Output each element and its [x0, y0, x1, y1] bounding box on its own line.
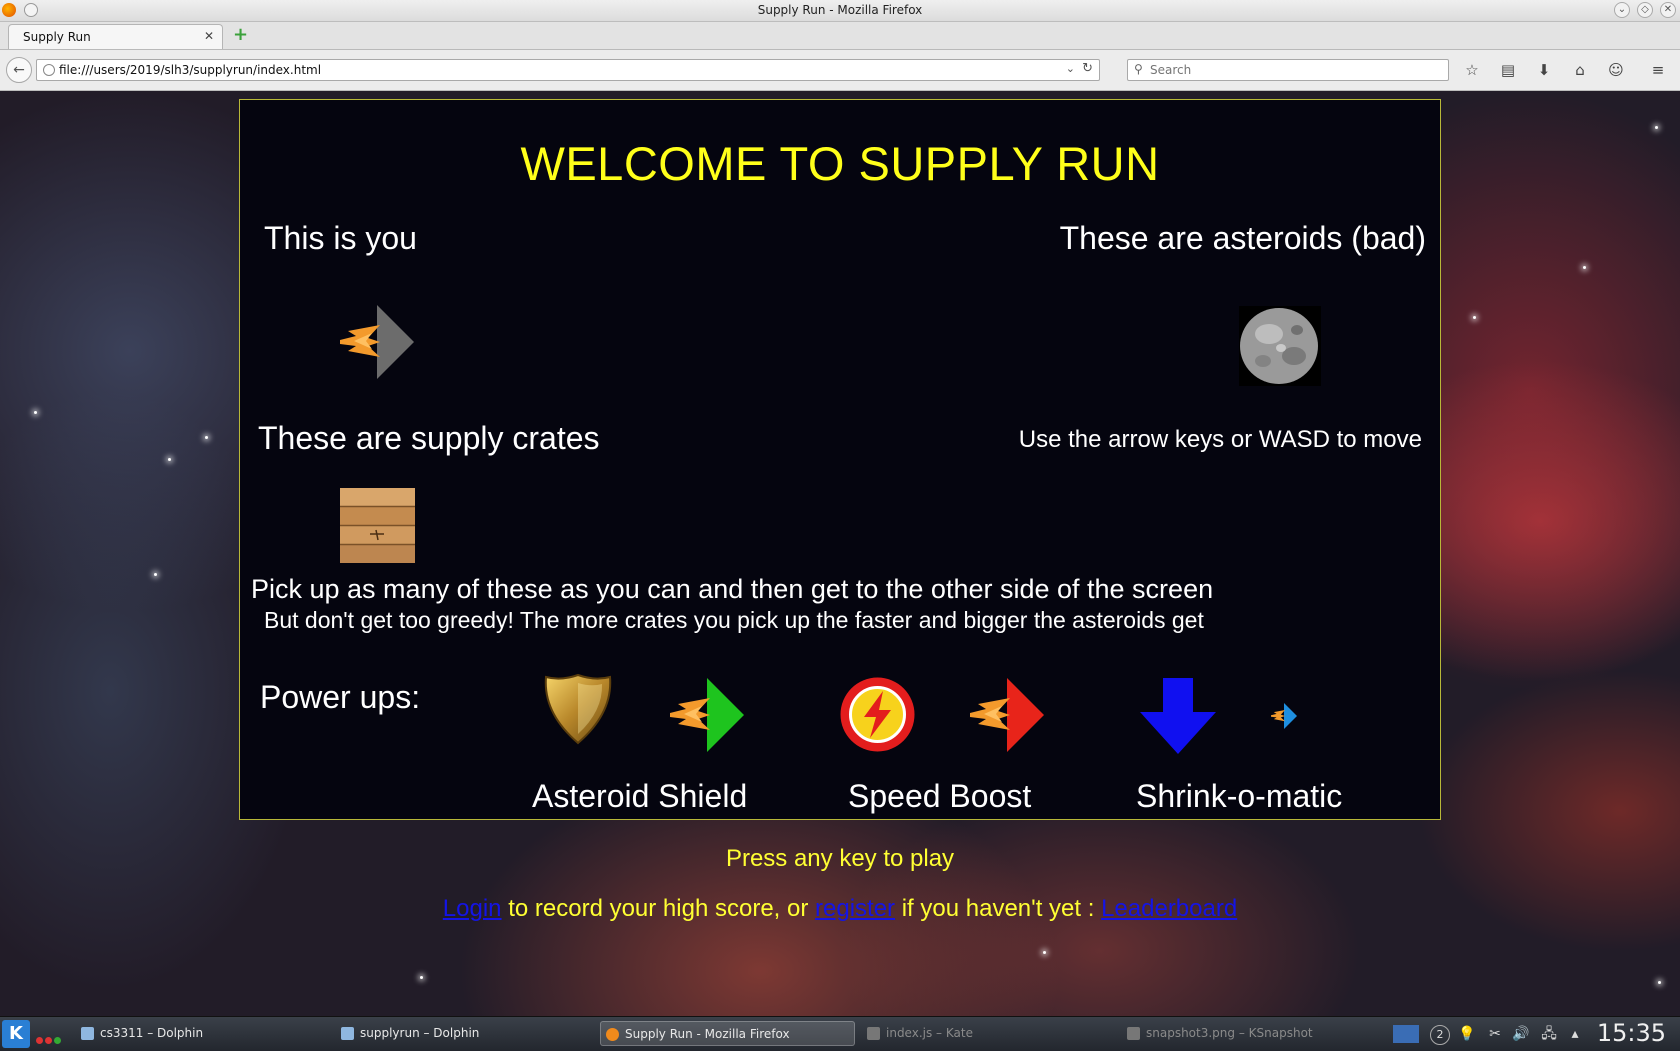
shield-icon	[544, 673, 612, 745]
network-icon[interactable]: 🖧	[1540, 1025, 1558, 1043]
menu-icon[interactable]: ≡	[1648, 61, 1668, 79]
clock[interactable]: 15:35	[1597, 1019, 1666, 1047]
down-arrow-icon	[1140, 678, 1216, 754]
notification-count-badge[interactable]: 2	[1430, 1025, 1450, 1045]
volume-icon[interactable]: 🔊	[1512, 1025, 1530, 1043]
tab-supply-run[interactable]: Supply Run ✕	[8, 24, 223, 49]
task-label: cs3311 – Dolphin	[100, 1026, 204, 1040]
star	[1043, 951, 1046, 954]
star	[1658, 981, 1661, 984]
new-tab-button[interactable]: +	[233, 25, 248, 45]
asteroid-icon	[1239, 306, 1321, 386]
close-window-button[interactable]: ✕	[1660, 2, 1676, 18]
tab-label: Supply Run	[23, 30, 91, 44]
supply-crate-icon	[340, 488, 415, 563]
folder-icon	[81, 1027, 94, 1040]
bookmark-star-icon[interactable]: ☆	[1462, 61, 1482, 79]
player-ship-icon	[340, 305, 414, 379]
search-bar[interactable]: ⚲	[1127, 59, 1449, 81]
instructions-panel: WELCOME TO SUPPLY RUN This is you These …	[239, 99, 1441, 820]
download-icon[interactable]: ⬇	[1534, 61, 1554, 79]
tab-close-icon[interactable]: ✕	[204, 29, 214, 43]
taskbar: K cs3311 – Dolphin supplyrun – Dolphin S…	[0, 1016, 1680, 1051]
asteroid-label: These are asteroids (bad)	[1059, 220, 1426, 256]
chevron-down-icon[interactable]: ⌄	[1066, 62, 1075, 75]
globe-icon	[43, 64, 55, 76]
task-label: index.js – Kate	[886, 1026, 973, 1040]
login-prompt: Login to record your high score, or regi…	[0, 895, 1680, 923]
camera-icon	[1127, 1027, 1140, 1040]
star	[34, 411, 37, 414]
page-background: WELCOME TO SUPPLY RUN This is you These …	[0, 91, 1680, 1016]
star	[1583, 266, 1586, 269]
task-label: snapshot3.png – KSnapshot	[1146, 1026, 1313, 1040]
powerup-label-speed: Speed Boost	[848, 778, 1032, 814]
navigation-bar: ← ⌄ ↻ ⚲ ☆ ▤ ⬇ ⌂ ☺ ≡	[0, 50, 1680, 91]
firefox-icon	[606, 1028, 619, 1041]
powerups-label: Power ups:	[260, 679, 421, 715]
window-title: Supply Run - Mozilla Firefox	[757, 3, 923, 17]
task-kate[interactable]: index.js – Kate	[862, 1021, 1102, 1046]
lightbulb-icon[interactable]: 💡	[1458, 1025, 1476, 1043]
player-label: This is you	[264, 220, 417, 256]
minimize-button[interactable]: ⌄	[1614, 2, 1630, 18]
move-instructions: Use the arrow keys or WASD to move	[1018, 426, 1422, 453]
url-bar[interactable]: ⌄ ↻	[36, 59, 1100, 81]
text-editor-icon	[867, 1027, 880, 1040]
task-dolphin-cs3311[interactable]: cs3311 – Dolphin	[76, 1021, 316, 1046]
chat-icon[interactable]: ☺	[1606, 61, 1626, 79]
shielded-ship-icon	[670, 678, 744, 752]
crate-label: These are supply crates	[258, 420, 600, 456]
boosted-ship-icon	[970, 678, 1044, 752]
star	[205, 436, 208, 439]
reading-list-icon[interactable]: ▤	[1498, 61, 1518, 79]
page-title: WELCOME TO SUPPLY RUN	[520, 137, 1160, 190]
back-button[interactable]: ←	[6, 57, 32, 83]
lightning-icon	[840, 677, 915, 752]
scissors-icon[interactable]: ✂	[1486, 1025, 1504, 1043]
leaderboard-link[interactable]: Leaderboard	[1101, 895, 1237, 922]
star	[420, 976, 423, 979]
press-any-key-prompt: Press any key to play	[725, 845, 955, 872]
powerup-label-shrink: Shrink-o-matic	[1136, 778, 1343, 814]
search-icon: ⚲	[1134, 62, 1143, 76]
task-label: Supply Run - Mozilla Firefox	[625, 1027, 790, 1041]
star	[154, 573, 157, 576]
task-label: supplyrun – Dolphin	[360, 1026, 480, 1040]
folder-icon	[341, 1027, 354, 1040]
task-firefox[interactable]: Supply Run - Mozilla Firefox	[600, 1021, 855, 1046]
task-dolphin-supplyrun[interactable]: supplyrun – Dolphin	[336, 1021, 576, 1046]
url-input[interactable]	[59, 61, 1059, 79]
reload-icon[interactable]: ↻	[1082, 61, 1093, 76]
task-ksnapshot[interactable]: snapshot3.png – KSnapshot	[1122, 1021, 1362, 1046]
home-icon[interactable]: ⌂	[1570, 61, 1590, 79]
star	[1473, 316, 1476, 319]
maximize-button[interactable]: ◇	[1637, 2, 1653, 18]
powerup-label-shield: Asteroid Shield	[532, 778, 748, 814]
search-input[interactable]	[1150, 61, 1440, 79]
login-mid-text: to record your high score, or	[501, 895, 816, 922]
login-link[interactable]: Login	[443, 895, 502, 922]
desktop-pager-icon[interactable]	[1393, 1025, 1419, 1043]
application-launcher-icon[interactable]: K	[2, 1020, 30, 1048]
window-titlebar: Supply Run - Mozilla Firefox ⌄ ◇ ✕	[0, 0, 1680, 22]
tray-expand-icon[interactable]: ▴	[1566, 1025, 1584, 1043]
star	[168, 458, 171, 461]
activity-dots-icon[interactable]	[36, 1029, 63, 1048]
register-link[interactable]: register	[815, 895, 895, 922]
tab-bar: Supply Run ✕ +	[0, 22, 1680, 50]
pickup-instructions: Pick up as many of these as you can and …	[251, 574, 1214, 604]
register-mid-text: if you haven't yet :	[895, 895, 1102, 922]
greedy-warning: But don't get too greedy! The more crate…	[264, 607, 1204, 633]
shrunk-ship-icon	[1271, 703, 1297, 729]
star	[1655, 126, 1658, 129]
